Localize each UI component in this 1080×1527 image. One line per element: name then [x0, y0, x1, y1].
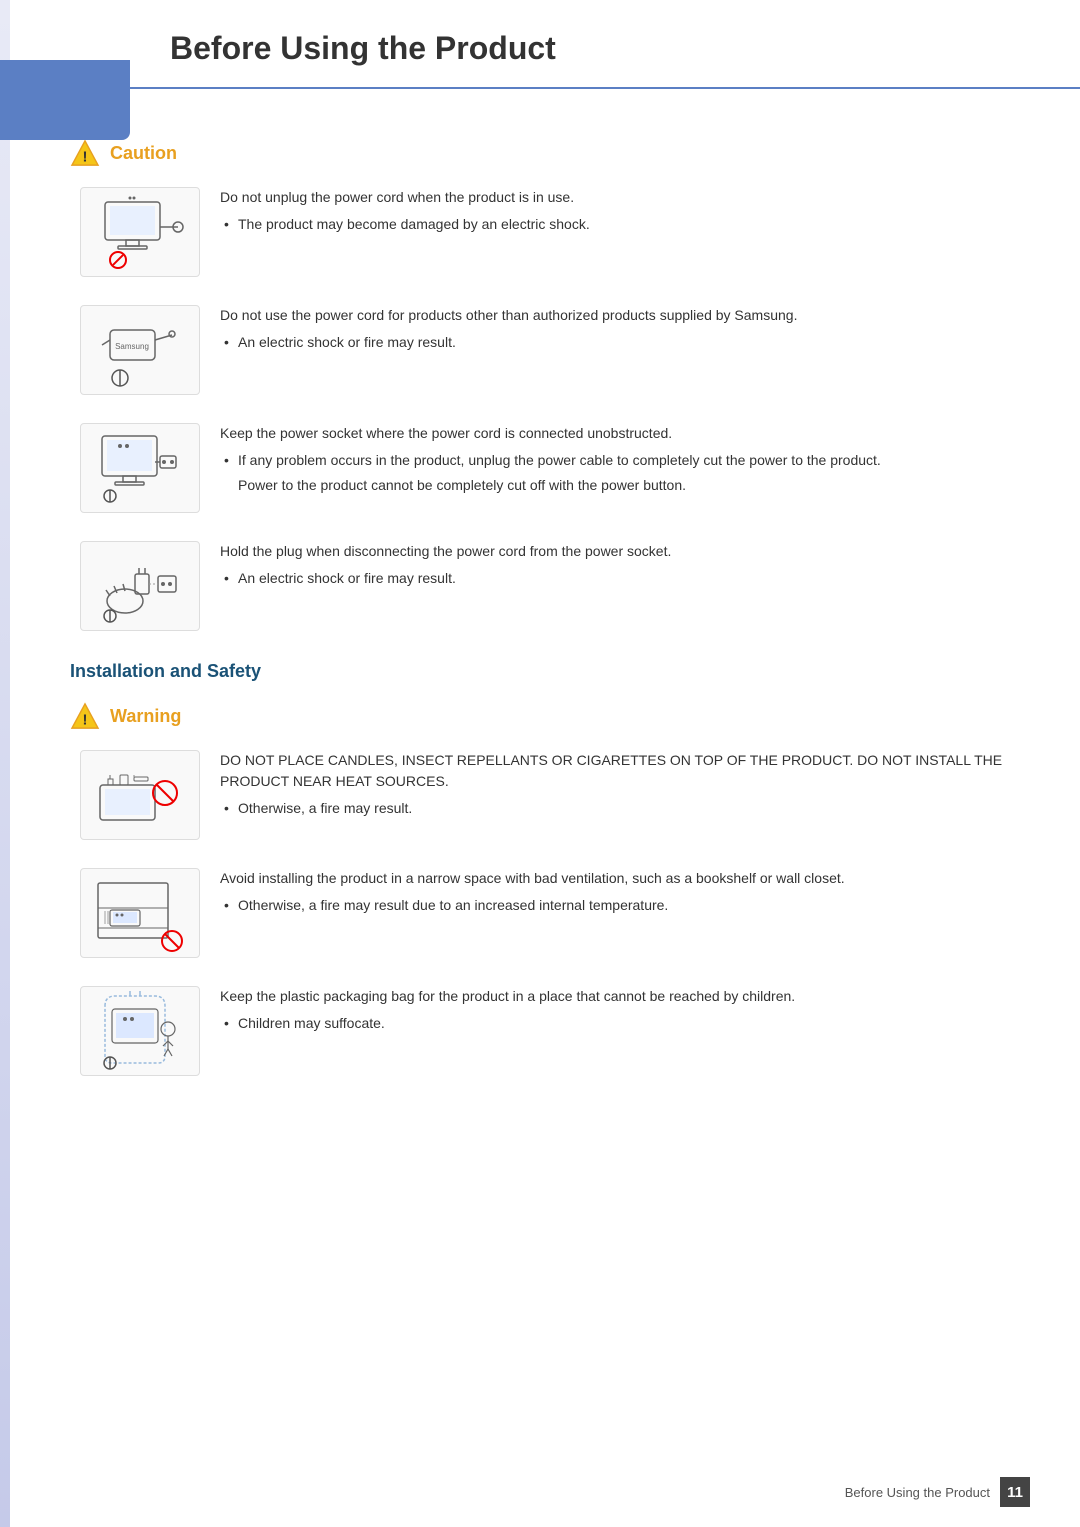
- warning-text-3: Keep the plastic packaging bag for the p…: [220, 986, 1020, 1038]
- bullet-item: An electric shock or fire may result.: [220, 568, 1020, 589]
- main-content: ! Caution: [10, 89, 1080, 1164]
- caution-bullets-3: If any problem occurs in the product, un…: [220, 450, 1020, 471]
- left-accent-bar: [0, 0, 10, 1527]
- page-number: 11: [1000, 1477, 1030, 1507]
- warning-text-1: DO NOT PLACE CANDLES, INSECT REPELLANTS …: [220, 750, 1020, 823]
- caution-image-4: [80, 541, 200, 631]
- bullet-item: Children may suffocate.: [220, 1013, 1020, 1034]
- warning-bullets-3: Children may suffocate.: [220, 1013, 1020, 1034]
- caution-main-text-3: Keep the power socket where the power co…: [220, 423, 1020, 444]
- caution-text-2: Do not use the power cord for products o…: [220, 305, 1020, 357]
- caution-image-2: Samsung: [80, 305, 200, 395]
- caution-item-2: Samsung Do not use the power cord for pr…: [70, 305, 1020, 395]
- warning-item-1: DO NOT PLACE CANDLES, INSECT REPELLANTS …: [70, 750, 1020, 840]
- caution-heading: ! Caution: [70, 139, 1020, 167]
- warning-heading: ! Warning: [70, 702, 1020, 730]
- svg-text:!: !: [83, 148, 88, 165]
- warning-image-2: [80, 868, 200, 958]
- caution-text-3: Keep the power socket where the power co…: [220, 423, 1020, 502]
- page-title: Before Using the Product: [170, 30, 1020, 67]
- page-container: Before Using the Product ! Caution: [0, 0, 1080, 1527]
- caution-item-4: Hold the plug when disconnecting the pow…: [70, 541, 1020, 631]
- page-header: Before Using the Product: [10, 0, 1080, 89]
- caution-main-text-4: Hold the plug when disconnecting the pow…: [220, 541, 1020, 562]
- page-footer: Before Using the Product 11: [845, 1477, 1030, 1507]
- caution-item-1: Do not unplug the power cord when the pr…: [70, 187, 1020, 277]
- footer-text: Before Using the Product: [845, 1485, 990, 1500]
- warning-main-text-3: Keep the plastic packaging bag for the p…: [220, 986, 1020, 1007]
- warning-text-2: Avoid installing the product in a narrow…: [220, 868, 1020, 920]
- warning-main-text-1: DO NOT PLACE CANDLES, INSECT REPELLANTS …: [220, 750, 1020, 792]
- caution-bullets-1: The product may become damaged by an ele…: [220, 214, 1020, 235]
- svg-text:!: !: [83, 711, 88, 728]
- warning-bullets-2: Otherwise, a fire may result due to an i…: [220, 895, 1020, 916]
- warning-label: Warning: [110, 706, 181, 727]
- caution-image-1: [80, 187, 200, 277]
- warning-item-2: Avoid installing the product in a narrow…: [70, 868, 1020, 958]
- bullet-item: The product may become damaged by an ele…: [220, 214, 1020, 235]
- caution-bullets-2: An electric shock or fire may result.: [220, 332, 1020, 353]
- warning-bullets-1: Otherwise, a fire may result.: [220, 798, 1020, 819]
- bullet-item: An electric shock or fire may result.: [220, 332, 1020, 353]
- warning-image-1: [80, 750, 200, 840]
- caution-subnote-3: Power to the product cannot be completel…: [220, 475, 1020, 496]
- caution-main-text-2: Do not use the power cord for products o…: [220, 305, 1020, 326]
- caution-image-3: [80, 423, 200, 513]
- warning-image-3: [80, 986, 200, 1076]
- installation-section-title: Installation and Safety: [70, 661, 1020, 682]
- bullet-item: Otherwise, a fire may result.: [220, 798, 1020, 819]
- caution-text-1: Do not unplug the power cord when the pr…: [220, 187, 1020, 239]
- caution-triangle-icon: !: [70, 139, 100, 167]
- warning-main-text-2: Avoid installing the product in a narrow…: [220, 868, 1020, 889]
- caution-main-text-1: Do not unplug the power cord when the pr…: [220, 187, 1020, 208]
- caution-bullets-4: An electric shock or fire may result.: [220, 568, 1020, 589]
- warning-item-3: Keep the plastic packaging bag for the p…: [70, 986, 1020, 1076]
- warning-triangle-icon: !: [70, 702, 100, 730]
- left-blue-tab: [0, 60, 130, 140]
- caution-text-4: Hold the plug when disconnecting the pow…: [220, 541, 1020, 593]
- caution-label: Caution: [110, 143, 177, 164]
- caution-item-3: Keep the power socket where the power co…: [70, 423, 1020, 513]
- bullet-item: Otherwise, a fire may result due to an i…: [220, 895, 1020, 916]
- bullet-item: If any problem occurs in the product, un…: [220, 450, 1020, 471]
- svg-text:Samsung: Samsung: [115, 342, 149, 351]
